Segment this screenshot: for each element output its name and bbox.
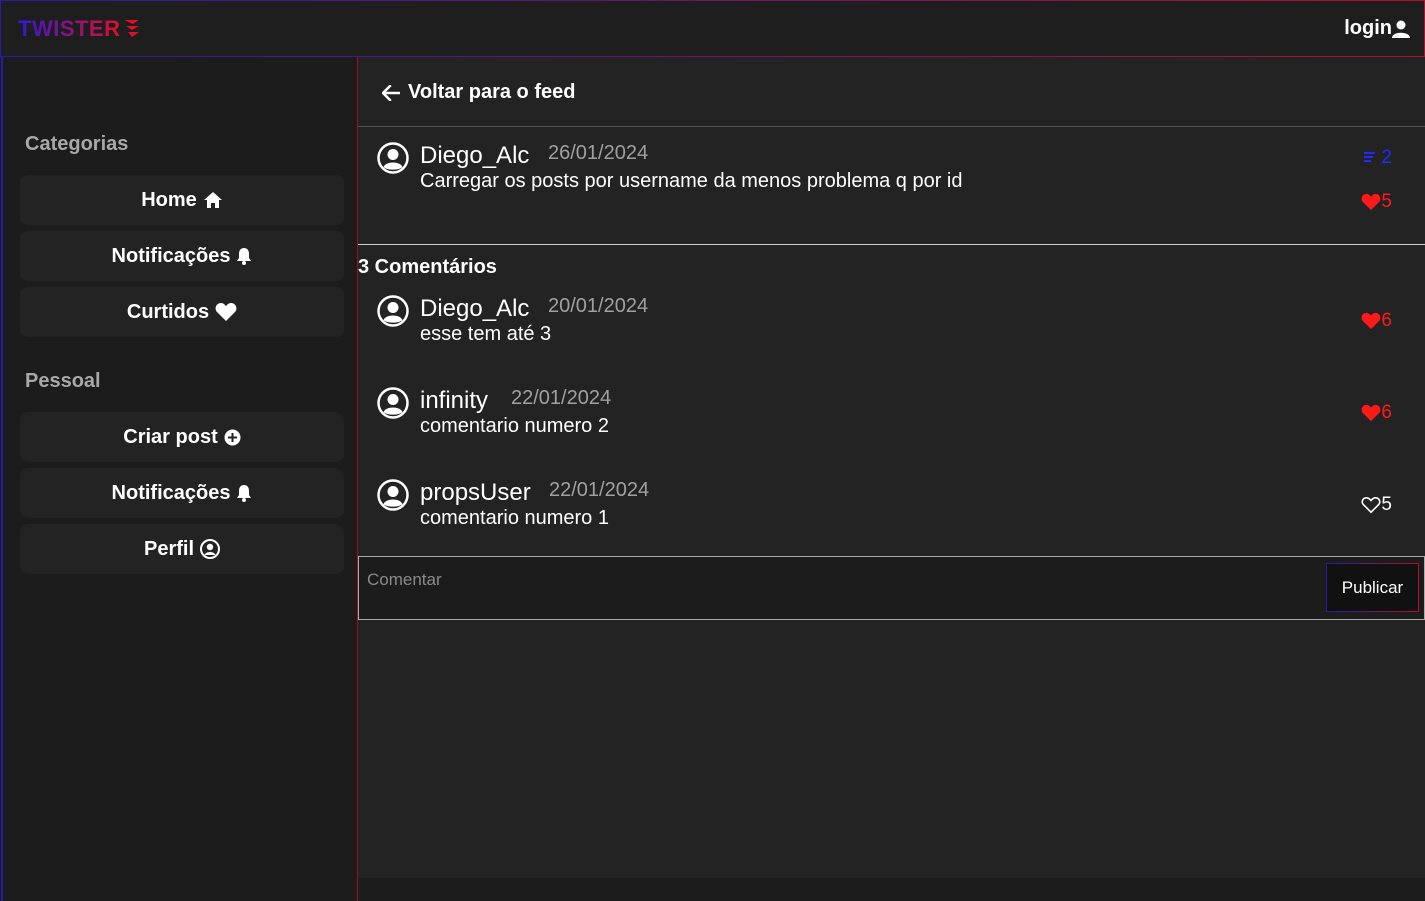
comment-date: 20/01/2024 (548, 295, 649, 317)
comment-username[interactable]: propsUser (420, 479, 531, 507)
user-icon (1392, 20, 1410, 38)
login-button[interactable]: login (1344, 17, 1410, 40)
footer-strip (358, 878, 1425, 901)
like-count: 6 (1381, 402, 1392, 423)
login-label: login (1344, 17, 1392, 39)
comment-icon (1364, 152, 1376, 162)
heart-filled-icon (1362, 312, 1381, 330)
like-count: 5 (1381, 191, 1392, 212)
comment-item: Diego_Alc 20/01/2024 esse tem até 3 6 (358, 295, 1425, 355)
comment-form: Publicar (358, 556, 1425, 620)
avatar-icon[interactable] (377, 479, 409, 511)
sidebar-item-notifications[interactable]: Notificações (20, 231, 344, 281)
sidebar: Categorias Home Notificações Curtidos Pe… (1, 57, 358, 901)
sidebar-item-liked[interactable]: Curtidos (20, 287, 344, 337)
comment-count-button[interactable]: 2 (1363, 147, 1392, 169)
arrow-left-icon (382, 84, 400, 101)
like-count: 6 (1381, 310, 1392, 331)
comment-username[interactable]: Diego_Alc (420, 295, 529, 323)
comment-text: comentario numero 1 (420, 507, 609, 529)
avatar-icon[interactable] (377, 387, 409, 419)
comment-like-button[interactable]: 5 (1361, 494, 1392, 516)
sidebar-item-label: Perfil (143, 537, 195, 560)
comments-title: 3 Comentários (358, 256, 497, 278)
comment-date: 22/01/2024 (511, 387, 612, 409)
avatar-icon[interactable] (377, 142, 409, 174)
heart-filled-icon (1362, 193, 1381, 211)
post-date: 26/01/2024 (548, 142, 649, 164)
post: Diego_Alc 26/01/2024 Carregar os posts p… (358, 142, 1425, 232)
logo[interactable]: TWISTER (18, 16, 141, 42)
comment-text: esse tem até 3 (420, 323, 552, 345)
divider (358, 244, 1425, 245)
back-label: Voltar para o feed (408, 81, 576, 103)
bell-icon (237, 248, 252, 265)
comment-username[interactable]: infinity (420, 387, 488, 415)
bell-icon (237, 485, 252, 502)
post-text: Carregar os posts por username da menos … (420, 170, 963, 192)
sidebar-item-personal-notifications[interactable]: Notificações (20, 468, 344, 518)
comment-item: propsUser 22/01/2024 comentario numero 1… (358, 479, 1425, 539)
comment-item: infinity 22/01/2024 comentario numero 2 … (358, 387, 1425, 447)
sidebar-item-profile[interactable]: Perfil (20, 524, 344, 574)
heart-icon (215, 303, 237, 321)
sidebar-item-home[interactable]: Home (20, 175, 344, 225)
comment-count: 2 (1381, 147, 1392, 168)
heart-filled-icon (1362, 404, 1381, 422)
divider (358, 126, 1425, 127)
sidebar-item-label: Criar post (123, 425, 218, 448)
plus-circle-icon (224, 429, 241, 445)
sidebar-item-label: Curtidos (126, 300, 210, 323)
back-to-feed-link[interactable]: Voltar para o feed (382, 81, 575, 104)
comment-date: 22/01/2024 (549, 479, 650, 501)
sidebar-item-label: Notificações (111, 481, 231, 504)
like-count: 5 (1381, 494, 1392, 515)
top-bar: TWISTER login (0, 0, 1425, 57)
personal-title: Pessoal (25, 370, 101, 392)
user-circle-icon (200, 539, 221, 559)
logo-text: TWISTER (18, 16, 121, 41)
home-icon (203, 192, 222, 208)
post-detail-panel: Voltar para o feed Diego_Alc 26/01/2024 … (358, 57, 1425, 878)
comment-like-button[interactable]: 6 (1361, 402, 1392, 424)
comment-input[interactable] (361, 559, 1321, 615)
sidebar-item-label: Home (141, 188, 197, 211)
comment-text: comentario numero 2 (420, 415, 609, 437)
sidebar-item-label: Notificações (111, 244, 231, 267)
sidebar-item-create-post[interactable]: Criar post (20, 412, 344, 462)
twister-logo-icon (123, 20, 139, 37)
publish-button[interactable]: Publicar (1326, 563, 1419, 612)
like-button[interactable]: 5 (1361, 191, 1392, 213)
heart-outline-icon (1361, 496, 1381, 514)
avatar-icon[interactable] (377, 295, 409, 327)
categories-title: Categorias (25, 133, 129, 155)
post-username[interactable]: Diego_Alc (420, 142, 529, 170)
comment-like-button[interactable]: 6 (1361, 310, 1392, 332)
